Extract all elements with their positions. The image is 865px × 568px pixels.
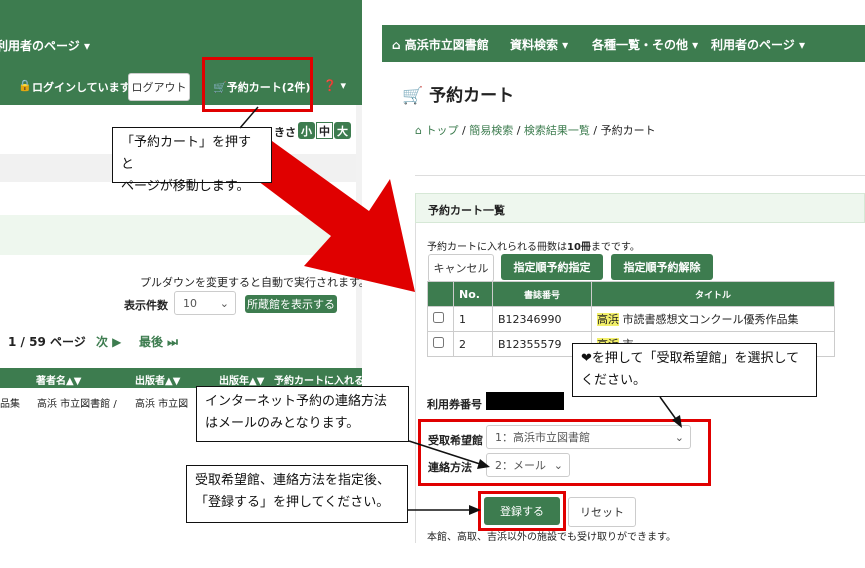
pagination-next[interactable]: 次 ▶: [96, 333, 121, 350]
breadcrumb-simple-search[interactable]: 簡易検索: [469, 124, 513, 137]
display-count-select[interactable]: 10 ⌄: [174, 291, 236, 315]
cart-icon: 🛒: [402, 86, 424, 106]
contact-callout: インターネット予約の連絡方法 はメールのみとなります。: [196, 386, 409, 442]
results-table-header: 著者名▲▼ 出版者▲▼ 出版年▲▼ 予約カートに入れる: [0, 368, 362, 388]
reset-button[interactable]: リセット: [568, 497, 636, 527]
lock-icon: 🔒: [18, 79, 32, 92]
col-no: No.: [453, 281, 493, 307]
nav-user[interactable]: 利用者のページ ▾: [711, 36, 805, 53]
row-publisher[interactable]: 高浜 市立図: [135, 395, 188, 410]
pagination-last[interactable]: 最後 ⏭: [139, 333, 178, 350]
footer-note: 本館、高取、吉浜以外の施設でも受け取りができます。: [427, 532, 676, 543]
col-publisher[interactable]: 出版者▲▼: [135, 372, 180, 387]
pagination-current: 1 / 59 ページ: [8, 335, 86, 349]
show-holdings-button[interactable]: 所蔵館を表示する: [245, 295, 337, 313]
pickup-callout-arrow-icon: [659, 396, 682, 428]
pickup-callout: ❤を押して「受取希望館」を選択して ください。: [572, 343, 817, 397]
right-header-nav: ⌂ 高浜市立図書館 資料検索 ▾ 各種一覧・その他 ▾ 利用者のページ ▾: [382, 25, 865, 62]
col-add-cart: 予約カートに入れる: [274, 376, 362, 387]
logged-in-status: ログインしています: [32, 81, 131, 94]
red-arrow-icon: [250, 141, 415, 292]
col-author[interactable]: 著者名▲▼: [36, 372, 81, 387]
cart-callout-pointer: [239, 106, 259, 129]
display-count-label: 表示件数: [124, 299, 168, 312]
register-callout-arrow-icon: [408, 505, 481, 515]
row-checkbox[interactable]: [433, 312, 444, 323]
contact-callout-arrow-icon: [408, 440, 490, 469]
card-number-label: 利用券番号: [427, 398, 482, 411]
breadcrumb-results[interactable]: 検索結果一覧: [524, 124, 590, 137]
logout-button[interactable]: ログアウト: [128, 73, 190, 101]
nav-home[interactable]: ⌂ 高浜市立図書館: [392, 36, 489, 53]
register-button-highlight: [478, 491, 566, 531]
breadcrumb-current: 予約カート: [600, 124, 656, 137]
table-row: 1 B12346990 高浜 市読書感想文コンクール優秀作品集: [427, 306, 835, 332]
cart-callout: 「予約カート」を押すと ページが移動します。: [112, 127, 272, 194]
cancel-button[interactable]: キャンセル: [428, 254, 494, 282]
col-title: タイトル: [591, 281, 835, 307]
order-reserve-button[interactable]: 指定順予約指定: [501, 254, 603, 280]
chevron-down-icon: ⌄: [219, 296, 229, 310]
row-author[interactable]: 高浜 市立図書館 /: [37, 395, 117, 410]
row-title[interactable]: 高浜 市読書感想文コンクール優秀作品集: [591, 306, 835, 332]
cart-limit-note: 予約カートに入れられる冊数は10冊までです。: [427, 242, 640, 253]
section-header: 予約カート一覧: [415, 193, 865, 223]
register-callout: 受取希望館、連絡方法を指定後、 「登録する」を押してください。: [186, 465, 408, 523]
order-cancel-button[interactable]: 指定順予約解除: [611, 254, 713, 280]
nav-search[interactable]: 資料検索 ▾: [510, 36, 568, 53]
col-id: 書誌番号: [492, 281, 592, 307]
breadcrumb-top[interactable]: トップ: [425, 124, 458, 137]
cart-button-highlight: [202, 57, 313, 112]
breadcrumb: ⌂ トップ / 簡易検索 / 検索結果一覧 / 予約カート: [415, 124, 656, 137]
results-table-row: 品集: [0, 399, 20, 410]
row-checkbox[interactable]: [433, 337, 444, 348]
col-year[interactable]: 出版年▲▼: [219, 372, 264, 387]
section-title: 予約カート一覧: [428, 204, 505, 217]
home-icon: ⌂: [415, 124, 422, 137]
nav-user-page[interactable]: 利用者のページ ▾: [0, 37, 90, 54]
nav-lists[interactable]: 各種一覧・その他 ▾: [592, 36, 698, 53]
home-icon: ⌂: [392, 38, 401, 52]
card-number-redacted: [486, 392, 564, 410]
page-title: 🛒 予約カート: [402, 86, 515, 106]
help-icon[interactable]: ❓ ▾: [323, 79, 346, 92]
